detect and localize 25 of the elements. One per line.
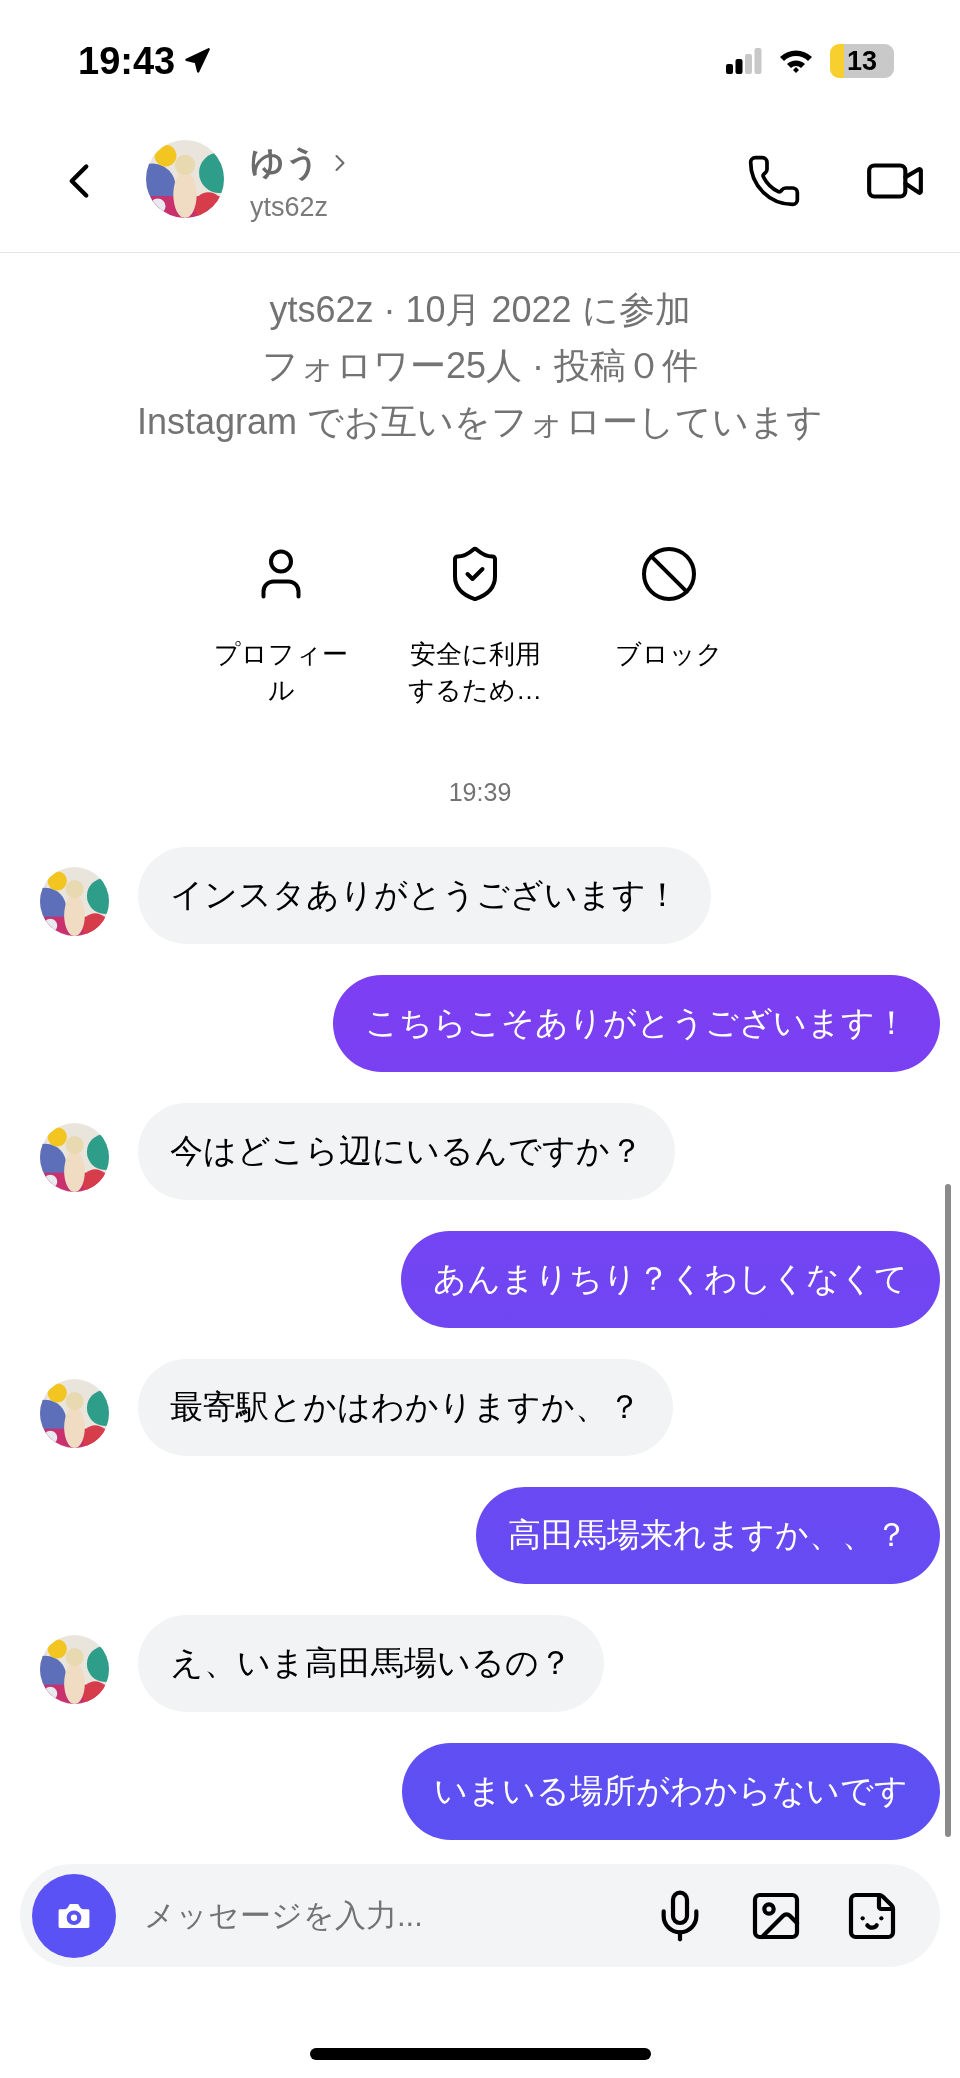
sent-message: あんまりちり？くわしくなくて bbox=[401, 1231, 940, 1328]
received-message: 最寄駅とかはわかりますか、？ bbox=[138, 1359, 673, 1456]
message-timestamp: 19:39 bbox=[448, 778, 512, 807]
profile-action[interactable]: ブロック bbox=[596, 544, 742, 708]
sent-message: 高田馬場来れますか、、？ bbox=[476, 1487, 940, 1584]
status-time: 19:43 bbox=[78, 39, 176, 83]
received-message: 今はどこら辺にいるんですか？ bbox=[138, 1103, 675, 1200]
received-message: え、いま高田馬場いるの？ bbox=[138, 1615, 604, 1712]
profile-info-line: yts62z · 10月 2022 に参加 bbox=[269, 288, 691, 332]
battery-indicator: 13 bbox=[830, 44, 894, 78]
profile-info-line: フォロワー25人 · 投稿０件 bbox=[261, 344, 698, 388]
profile-action[interactable]: プロフィール bbox=[208, 544, 354, 708]
phone-icon[interactable] bbox=[746, 153, 802, 209]
contact-name[interactable]: ゆう bbox=[250, 139, 320, 186]
location-arrow-icon bbox=[183, 47, 212, 75]
sent-message: こちらこそありがとうございます！ bbox=[333, 975, 940, 1072]
sent-message: いまいる場所がわからないです bbox=[402, 1743, 940, 1840]
signal-icon bbox=[726, 48, 762, 74]
profile-info-line: Instagram でお互いをフォローしています bbox=[136, 400, 824, 444]
received-message: インスタありがとうございます！ bbox=[138, 847, 711, 944]
wifi-icon bbox=[778, 48, 814, 74]
profile-action[interactable]: 安全に利用するため… bbox=[402, 544, 548, 708]
contact-username: yts62z bbox=[250, 191, 330, 223]
message-input[interactable]: メッセージを入力... bbox=[142, 1896, 652, 1935]
block-icon bbox=[639, 544, 699, 604]
